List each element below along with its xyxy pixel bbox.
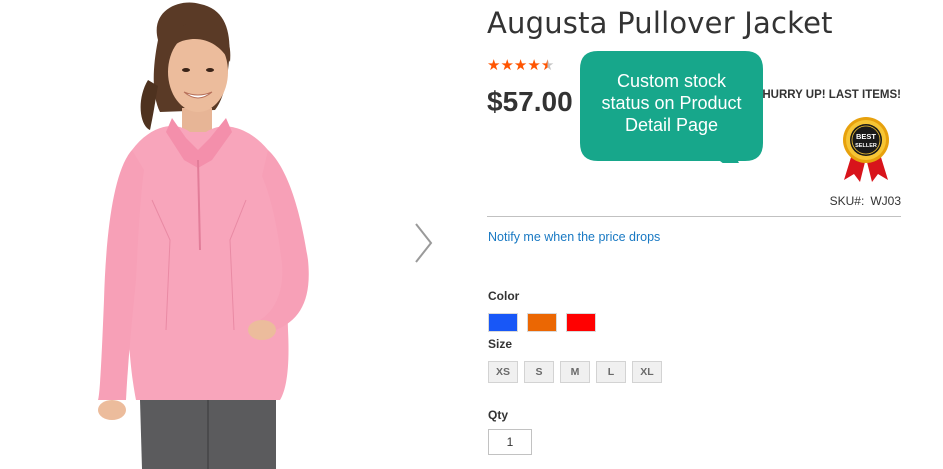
qty-label: Qty [488, 408, 509, 422]
size-s[interactable]: S [524, 361, 554, 383]
sku: SKU#: WJ03 [830, 194, 901, 208]
half-star-icon: ★ [540, 57, 555, 74]
badge-line2: SELLER [855, 143, 877, 149]
size-l[interactable]: L [596, 361, 626, 383]
color-swatches [488, 313, 596, 332]
qty-input[interactable] [488, 429, 532, 455]
product-gallery [0, 0, 460, 469]
size-label: Size [488, 337, 513, 351]
sku-value: WJ03 [870, 194, 901, 208]
size-swatches: XS S M L XL [488, 361, 662, 383]
swatch-blue[interactable] [488, 313, 518, 332]
star-icon: ★ [527, 57, 541, 74]
callout-line2: status on Product [601, 93, 742, 113]
size-xs[interactable]: XS [488, 361, 518, 383]
sku-label: SKU#: [829, 194, 865, 208]
swatch-orange[interactable] [527, 313, 557, 332]
star-icon: ★ [513, 57, 528, 74]
rating-stars[interactable]: ★★★★★ [487, 57, 554, 75]
price-alert-link[interactable]: Notify me when the price drops [488, 230, 660, 244]
callout-line3: Detail Page [624, 115, 719, 135]
star-icon: ★ [487, 57, 501, 74]
swatch-red[interactable] [566, 313, 596, 332]
divider [487, 216, 901, 217]
callout-line1: Custom stock [616, 71, 727, 91]
star-icon: ★ [500, 57, 514, 74]
color-label: Color [488, 289, 520, 303]
size-xl[interactable]: XL [632, 361, 662, 383]
stock-status: HURRY UP! LAST ITEMS! [762, 89, 901, 101]
badge-line1: BEST [856, 132, 876, 141]
chevron-right-icon[interactable] [404, 218, 444, 268]
product-price: $57.00 [487, 86, 573, 117]
best-seller-badge-icon: BEST SELLER [843, 117, 889, 182]
product-title: Augusta Pullover Jacket [487, 6, 833, 40]
size-m[interactable]: M [560, 361, 590, 383]
product-photo [40, 0, 340, 469]
callout-text: Custom stock status on Product Detail Pa… [580, 70, 763, 136]
